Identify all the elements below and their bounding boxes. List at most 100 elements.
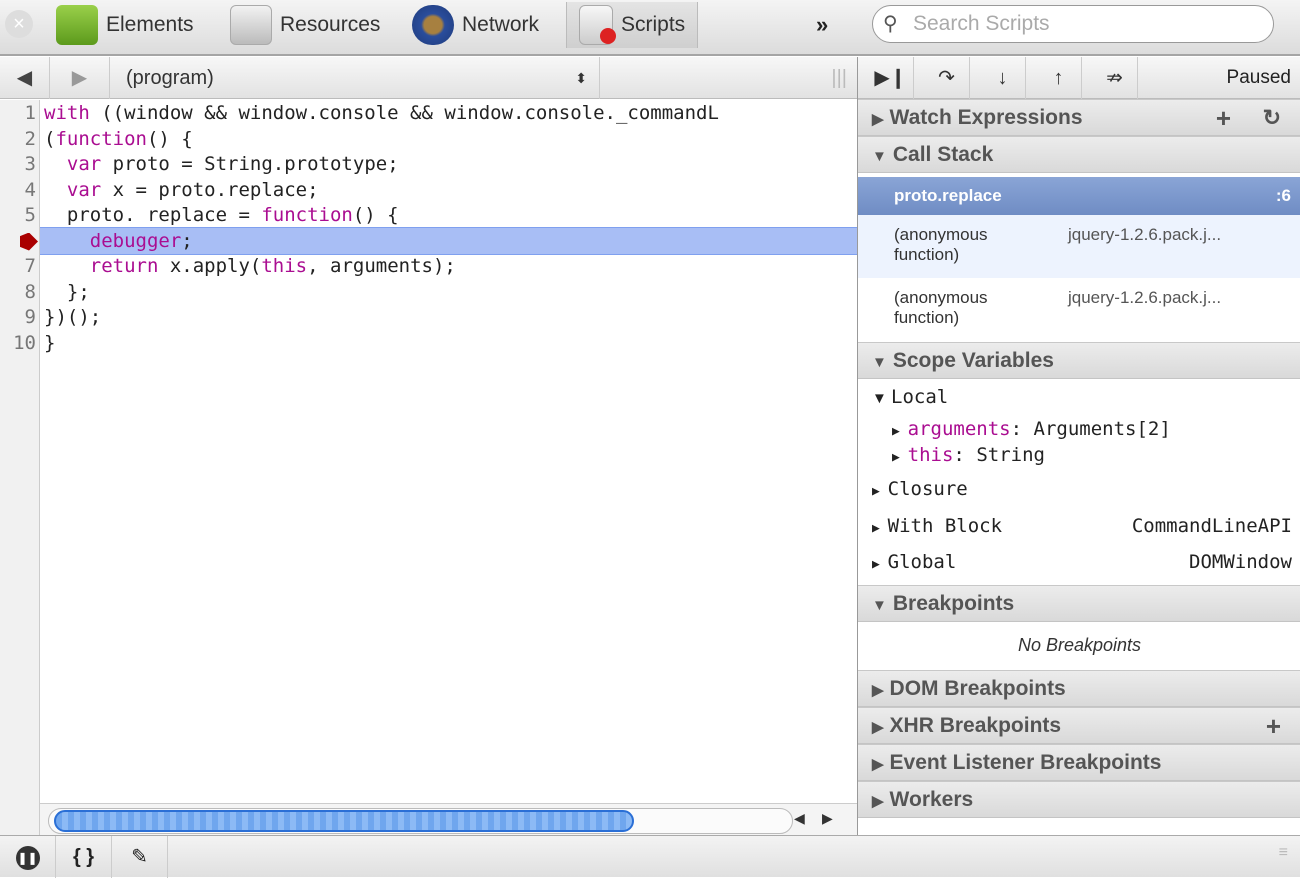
code-text: ((window && window.console && window.con…: [89, 102, 719, 124]
add-icon[interactable]: +: [1216, 100, 1231, 136]
scope-global[interactable]: ▶ Global DOMWindow: [872, 548, 1292, 576]
refresh-icon[interactable]: ↻: [1263, 100, 1281, 136]
call-stack-header[interactable]: ▼ Call Stack: [858, 136, 1300, 173]
scope-label: Closure: [887, 478, 968, 500]
scope-closure[interactable]: ▶ Closure: [872, 475, 968, 503]
resize-handle-icon[interactable]: |||: [831, 67, 847, 90]
script-navbar: ◀ ▶ (program) ⬍ |||: [0, 57, 857, 99]
resize-handle-icon[interactable]: ≡: [1279, 844, 1288, 862]
section-title: Call Stack: [892, 143, 994, 166]
scope-label: Local: [891, 386, 949, 408]
line-number[interactable]: 6: [0, 229, 36, 255]
line-number[interactable]: 5: [0, 203, 36, 229]
step-out-button[interactable]: ↑: [1036, 57, 1082, 99]
forward-button[interactable]: ▶: [50, 57, 110, 99]
script-select[interactable]: (program) ⬍: [112, 57, 600, 99]
continue-button[interactable]: ▶❙: [868, 57, 914, 99]
code-line: var x = proto.replace;: [44, 178, 319, 204]
scope-var-arguments[interactable]: ▶ arguments: Arguments[2]: [892, 415, 1171, 443]
step-into-button[interactable]: ↓: [980, 57, 1026, 99]
section-title: Event Listener Breakpoints: [889, 751, 1162, 774]
code-line: return x.apply(this, arguments);: [44, 254, 456, 280]
tab-resources[interactable]: Resources: [230, 2, 380, 48]
add-icon[interactable]: +: [1266, 708, 1281, 744]
tab-scripts[interactable]: Scripts: [566, 2, 699, 48]
search-icon: ⚲: [883, 13, 898, 35]
horizontal-scrollbar[interactable]: ◀ ▶: [40, 803, 857, 835]
console-partial-line: [0, 877, 1300, 887]
var-value: String: [976, 444, 1045, 466]
source-pane: ◀ ▶ (program) ⬍ ||| 1 with ((window && win…: [0, 57, 857, 860]
scope-var-this[interactable]: ▶ this: String: [892, 441, 1045, 469]
code-keyword: this: [261, 255, 308, 277]
pretty-print-button[interactable]: { }: [56, 836, 112, 878]
edit-icon[interactable]: ✎: [112, 836, 168, 878]
section-title: Workers: [889, 788, 974, 811]
tab-elements[interactable]: Elements: [56, 2, 194, 48]
toolbar: × Elements Resources Network Scripts » ⚲…: [0, 0, 1300, 56]
frame-location: jquery-1.2.6.pack.j...: [1068, 288, 1222, 307]
more-tabs-button[interactable]: »: [816, 12, 828, 38]
event-listener-breakpoints-header[interactable]: ▶ Event Listener Breakpoints: [858, 744, 1300, 781]
line-number[interactable]: 2: [0, 127, 36, 153]
section-title: XHR Breakpoints: [889, 714, 1062, 737]
status-bar: ❚❚ { } ✎ ≡: [0, 835, 1300, 878]
code-line: (function() {: [44, 127, 193, 153]
tab-network[interactable]: Network: [412, 2, 539, 48]
line-number[interactable]: 4: [0, 178, 36, 204]
code-editor[interactable]: 1 with ((window && window.console && wind…: [0, 100, 857, 860]
close-icon[interactable]: ×: [5, 10, 33, 38]
line-number[interactable]: 8: [0, 280, 36, 306]
scope-value: DOMWindow: [1189, 551, 1292, 573]
code-text: proto = String.prototype;: [101, 153, 399, 175]
scroll-right-button[interactable]: ▶: [822, 810, 833, 827]
code-line: var proto = String.prototype;: [44, 152, 399, 178]
scope-value: CommandLineAPI: [1131, 515, 1292, 537]
code-text: })();: [44, 306, 102, 328]
tab-label: Resources: [280, 13, 381, 36]
paused-status: Paused: [1226, 67, 1291, 88]
step-over-button[interactable]: ↷: [924, 57, 970, 99]
code-text: }: [44, 331, 56, 354]
breakpoints-header[interactable]: ▼ Breakpoints: [858, 585, 1300, 622]
dom-breakpoints-header[interactable]: ▶ DOM Breakpoints: [858, 670, 1300, 707]
scope-local[interactable]: ▼ Local: [872, 383, 948, 411]
xhr-breakpoints-header[interactable]: ▶ XHR Breakpoints +: [858, 707, 1300, 744]
code-text: x.apply(: [158, 255, 262, 277]
line-number[interactable]: 7: [0, 254, 36, 280]
debugger-controls: ▶❙ ↷ ↓ ↑ ⇏ Paused: [858, 57, 1300, 99]
line-number[interactable]: 10: [0, 331, 36, 357]
line-number[interactable]: 1: [0, 101, 36, 127]
section-title: DOM Breakpoints: [889, 677, 1066, 700]
call-frame[interactable]: (anonymous function) jquery-1.2.6.pack.j.…: [858, 215, 1300, 278]
watch-expressions-header[interactable]: ▶ Watch Expressions + ↻: [858, 99, 1300, 136]
deactivate-breakpoints-button[interactable]: ⇏: [1092, 57, 1138, 99]
scope-variables-header[interactable]: ▼ Scope Variables: [858, 342, 1300, 379]
tab-label: Network: [462, 13, 540, 36]
frame-location: jquery-1.2.6.pack.j...: [1068, 225, 1222, 244]
code-text: () {: [352, 204, 399, 226]
scripts-icon: [579, 5, 616, 45]
call-frame[interactable]: (anonymous function) jquery-1.2.6.pack.j.…: [858, 278, 1300, 341]
call-frame-selected[interactable]: proto.replace:6: [858, 177, 1300, 215]
line-number[interactable]: 9: [0, 305, 36, 331]
code-line: debugger;: [44, 229, 193, 255]
line-number[interactable]: 3: [0, 152, 36, 178]
scope-with-block[interactable]: ▶ With Block CommandLineAPI: [872, 512, 1292, 540]
section-title: Breakpoints: [892, 592, 1015, 615]
section-title: Watch Expressions: [889, 106, 1083, 129]
code-text: proto. replace =: [44, 204, 262, 226]
code-text: x = proto.replace;: [101, 178, 319, 201]
scope-label: Global: [887, 551, 957, 573]
scroll-left-button[interactable]: ◀: [794, 810, 805, 827]
pause-on-exceptions-button[interactable]: ❚❚: [0, 836, 56, 878]
code-keyword: function: [55, 127, 147, 150]
workers-header[interactable]: ▶ Workers: [858, 781, 1300, 818]
back-button[interactable]: ◀: [0, 57, 50, 99]
search-input[interactable]: ⚲ Search Scripts: [872, 5, 1274, 43]
scroll-thumb[interactable]: [54, 810, 634, 832]
code-line: };: [44, 280, 90, 306]
